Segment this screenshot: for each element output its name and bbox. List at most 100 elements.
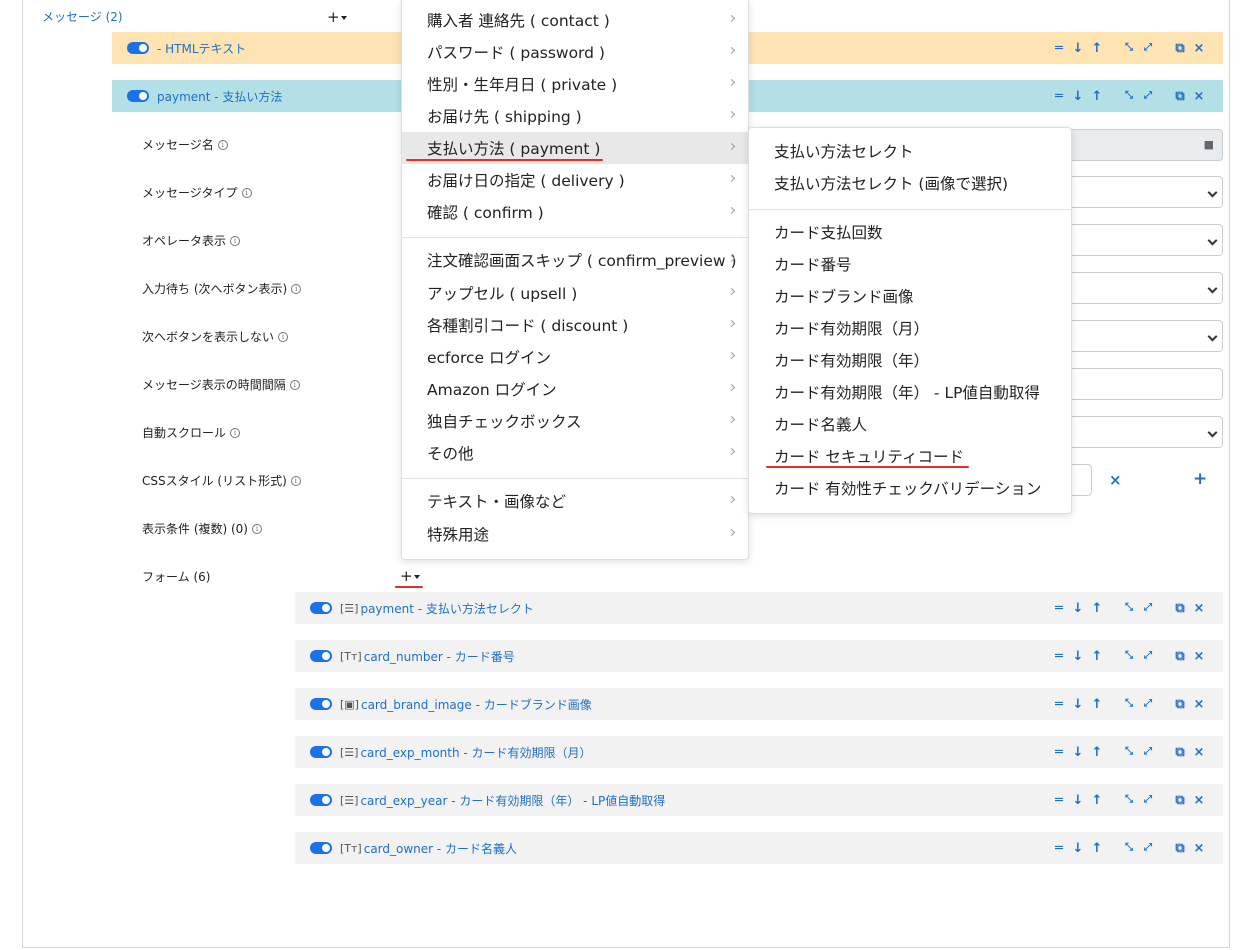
submenu-item-payment-select-image[interactable]: 支払い方法セレクト (画像で選択): [749, 167, 1071, 199]
submenu-item-card-validation[interactable]: カード 有効性チェックバリデーション: [749, 472, 1071, 504]
message-name-input[interactable]: ■: [1070, 129, 1223, 161]
menu-item-ecforce-login[interactable]: ecforce ログイン: [402, 341, 748, 373]
info-icon[interactable]: i: [230, 427, 241, 438]
move-up-icon[interactable]: ↑: [1091, 42, 1103, 55]
drag-handle-icon[interactable]: ═: [1053, 602, 1065, 615]
form-enabled-toggle[interactable]: [310, 698, 332, 710]
menu-item-password[interactable]: パスワード ( password ): [402, 36, 748, 68]
collapse-icon[interactable]: ⤡: [1123, 795, 1135, 805]
move-up-icon[interactable]: ↑: [1091, 602, 1103, 615]
wait-input-select[interactable]: [1070, 272, 1223, 304]
delete-icon[interactable]: ×: [1193, 42, 1205, 55]
interval-input[interactable]: [1070, 368, 1223, 400]
drag-handle-icon[interactable]: ═: [1053, 698, 1065, 711]
drag-handle-icon[interactable]: ═: [1053, 794, 1065, 807]
form-row[interactable]: [▣] card_brand_image - カードブランド画像 ═ ↓ ↑ ⤡…: [295, 688, 1223, 720]
menu-item-text-image[interactable]: テキスト・画像など: [402, 485, 748, 517]
hide-next-select[interactable]: [1070, 320, 1223, 352]
form-enabled-toggle[interactable]: [310, 842, 332, 854]
copy-icon[interactable]: ⧉: [1174, 794, 1186, 807]
drag-handle-icon[interactable]: ═: [1053, 650, 1065, 663]
info-icon[interactable]: i: [230, 235, 241, 246]
message-title[interactable]: - HTMLテキスト: [157, 40, 246, 57]
forms-section-link[interactable]: フォーム (6): [142, 568, 210, 585]
label-text[interactable]: 表示条件 (複数) (0): [142, 520, 248, 537]
delete-icon[interactable]: ×: [1193, 842, 1205, 855]
expand-icon[interactable]: ⤢: [1142, 43, 1154, 53]
menu-item-shipping[interactable]: お届け先 ( shipping ): [402, 100, 748, 132]
delete-icon[interactable]: ×: [1193, 90, 1205, 103]
delete-icon[interactable]: ×: [1193, 650, 1205, 663]
menu-item-other[interactable]: その他: [402, 437, 748, 469]
move-down-icon[interactable]: ↓: [1072, 602, 1084, 615]
form-title[interactable]: payment - 支払い方法セレクト: [360, 600, 533, 617]
menu-item-delivery[interactable]: お届け日の指定 ( delivery ): [402, 164, 748, 196]
form-enabled-toggle[interactable]: [310, 650, 332, 662]
menu-item-confirm-preview[interactable]: 注文確認画面スキップ ( confirm_preview ): [402, 244, 748, 276]
move-up-icon[interactable]: ↑: [1091, 650, 1103, 663]
collapse-icon[interactable]: ⤡: [1123, 43, 1135, 53]
add-message-dropdown[interactable]: +: [327, 8, 347, 26]
autoscroll-select[interactable]: [1070, 416, 1223, 448]
delete-icon[interactable]: ×: [1193, 602, 1205, 615]
collapse-icon[interactable]: ⤡: [1123, 651, 1135, 661]
expand-icon[interactable]: ⤢: [1142, 603, 1154, 613]
expand-icon[interactable]: ⤢: [1142, 843, 1154, 853]
add-css-icon[interactable]: +: [1193, 469, 1207, 489]
copy-icon[interactable]: ⧉: [1174, 602, 1186, 615]
form-title[interactable]: card_brand_image - カードブランド画像: [361, 696, 592, 713]
submenu-item-card-number[interactable]: カード番号: [749, 248, 1071, 280]
submenu-item-card-exp-month[interactable]: カード有効期限（月）: [749, 312, 1071, 344]
delete-icon[interactable]: ×: [1193, 698, 1205, 711]
delete-icon[interactable]: ×: [1193, 794, 1205, 807]
collapse-icon[interactable]: ⤡: [1123, 91, 1135, 101]
submenu-item-card-exp-year[interactable]: カード有効期限（年）: [749, 344, 1071, 376]
form-title[interactable]: card_exp_year - カード有効期限（年） - LP値自動取得: [360, 792, 665, 809]
collapse-icon[interactable]: ⤡: [1123, 603, 1135, 613]
display-conditions-link[interactable]: 表示条件 (複数) (0) i: [142, 520, 262, 537]
move-down-icon[interactable]: ↓: [1072, 42, 1084, 55]
move-down-icon[interactable]: ↓: [1072, 698, 1084, 711]
menu-item-amazon-login[interactable]: Amazon ログイン: [402, 373, 748, 405]
drag-handle-icon[interactable]: ═: [1053, 842, 1065, 855]
copy-icon[interactable]: ⧉: [1174, 650, 1186, 663]
expand-icon[interactable]: ⤢: [1142, 699, 1154, 709]
submenu-item-payment-select[interactable]: 支払い方法セレクト: [749, 135, 1071, 167]
expand-icon[interactable]: ⤢: [1142, 747, 1154, 757]
copy-icon[interactable]: ⧉: [1174, 746, 1186, 759]
label-text[interactable]: フォーム (6): [142, 568, 210, 585]
messages-section-link[interactable]: メッセージ (2): [42, 8, 123, 25]
message-enabled-toggle[interactable]: [127, 42, 149, 54]
move-down-icon[interactable]: ↓: [1072, 794, 1084, 807]
submenu-item-card-brand-image[interactable]: カードブランド画像: [749, 280, 1071, 312]
info-icon[interactable]: i: [217, 139, 228, 150]
info-icon[interactable]: i: [241, 187, 252, 198]
form-title[interactable]: card_number - カード番号: [364, 648, 515, 665]
form-row[interactable]: [☰] card_exp_month - カード有効期限（月） ═ ↓ ↑ ⤡ …: [295, 736, 1223, 768]
form-enabled-toggle[interactable]: [310, 602, 332, 614]
move-up-icon[interactable]: ↑: [1091, 842, 1103, 855]
copy-icon[interactable]: ⧉: [1174, 42, 1186, 55]
collapse-icon[interactable]: ⤡: [1123, 699, 1135, 709]
submenu-item-card-installments[interactable]: カード支払回数: [749, 216, 1071, 248]
info-icon[interactable]: i: [291, 283, 302, 294]
form-title[interactable]: card_exp_month - カード有効期限（月）: [360, 744, 591, 761]
info-icon[interactable]: i: [252, 523, 262, 534]
move-down-icon[interactable]: ↓: [1072, 746, 1084, 759]
drag-handle-icon[interactable]: ═: [1053, 42, 1065, 55]
collapse-icon[interactable]: ⤡: [1123, 843, 1135, 853]
form-enabled-toggle[interactable]: [310, 746, 332, 758]
move-up-icon[interactable]: ↑: [1091, 794, 1103, 807]
delete-icon[interactable]: ×: [1193, 746, 1205, 759]
drag-handle-icon[interactable]: ═: [1053, 90, 1065, 103]
copy-icon[interactable]: ⧉: [1174, 842, 1186, 855]
collapse-icon[interactable]: ⤡: [1123, 747, 1135, 757]
form-row[interactable]: [☰] card_exp_year - カード有効期限（年） - LP値自動取得…: [295, 784, 1223, 816]
message-type-select[interactable]: [1070, 176, 1223, 208]
expand-icon[interactable]: ⤢: [1142, 651, 1154, 661]
info-icon[interactable]: i: [278, 331, 289, 342]
expand-icon[interactable]: ⤢: [1142, 795, 1154, 805]
menu-item-private[interactable]: 性別・生年月日 ( private ): [402, 68, 748, 100]
menu-item-contact[interactable]: 購入者 連絡先 ( contact ): [402, 4, 748, 36]
move-up-icon[interactable]: ↑: [1091, 90, 1103, 103]
